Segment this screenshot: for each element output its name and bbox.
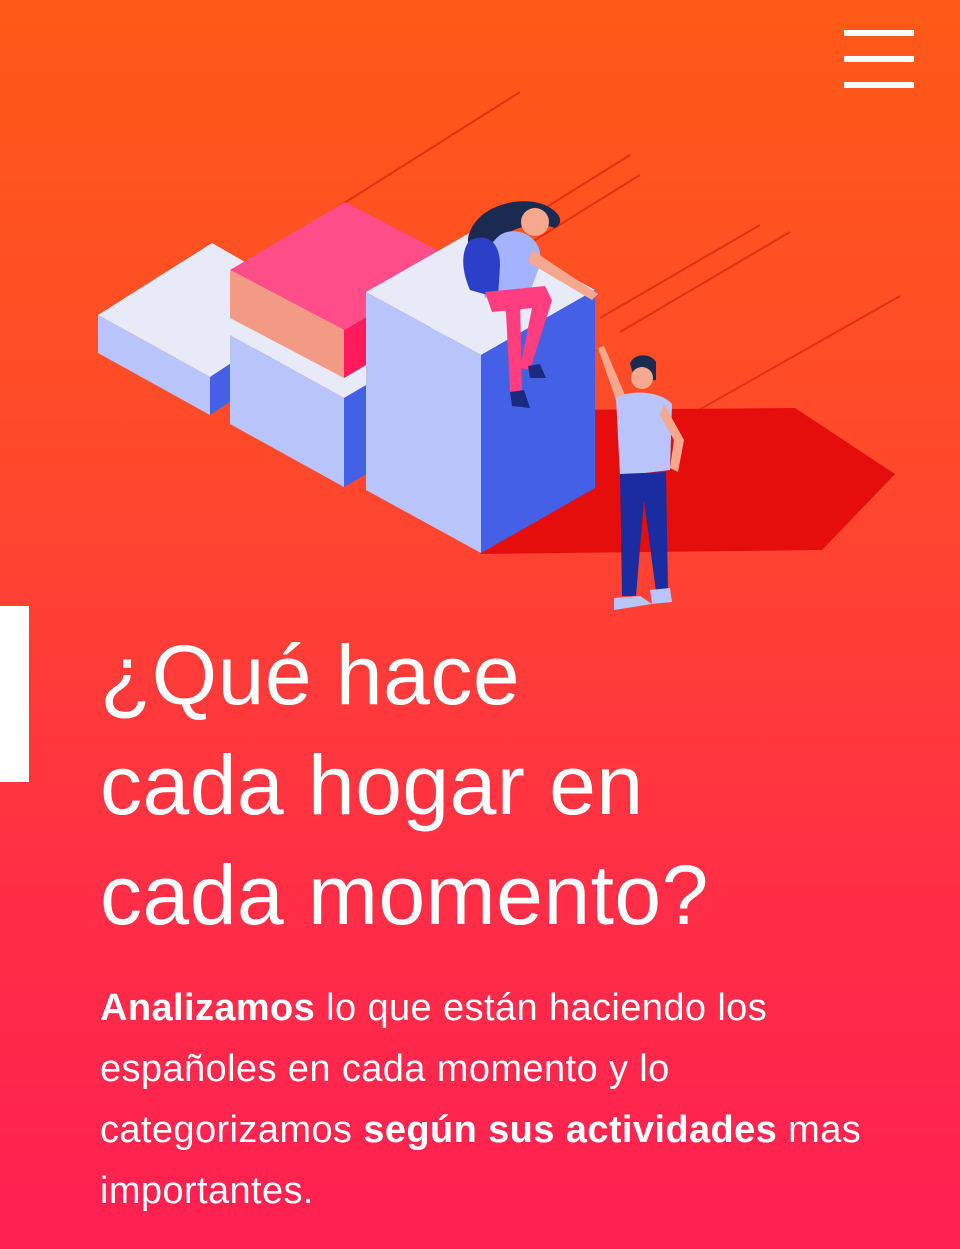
title-line-3: cada momento? [100, 848, 709, 942]
page-title: ¿Qué hace cada hogar en cada momento? [100, 620, 930, 950]
menu-bar-top [844, 30, 914, 36]
intro-bold-analizamos: Analizamos [100, 987, 316, 1029]
intro-paragraph: Analizamos lo que están haciendo los esp… [100, 978, 880, 1222]
title-line-2: cada hogar en [100, 738, 644, 832]
title-line-1: ¿Qué hace [100, 628, 521, 722]
hero-illustration [98, 91, 901, 610]
intro-bold-actividades: según sus actividades [363, 1109, 778, 1151]
side-tab-indicator[interactable] [0, 606, 29, 782]
menu-bar-middle [844, 56, 914, 62]
